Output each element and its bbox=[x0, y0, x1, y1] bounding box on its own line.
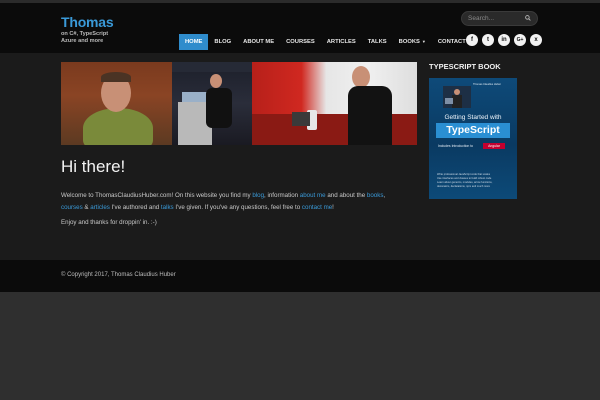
speaker-photo-2 bbox=[172, 62, 252, 145]
site-header: Thomas on C#, TypeScript Azure and more … bbox=[0, 3, 600, 53]
welcome-text: Welcome to ThomasClaudiusHuber.com! On t… bbox=[61, 190, 421, 214]
book-blurb: Write professional JavaScript code that … bbox=[437, 173, 509, 189]
link-contact-me[interactable]: contact me bbox=[302, 204, 332, 211]
welcome-text-part: Welcome to ThomasClaudiusHuber.com! On t… bbox=[61, 192, 253, 199]
main-content: Hi there! Welcome to ThomasClaudiusHuber… bbox=[0, 53, 600, 260]
welcome-text-part: I've given. If you've any questions, fee… bbox=[173, 204, 302, 211]
book-title: TypeScript bbox=[436, 123, 510, 138]
site-footer: © Copyright 2017, Thomas Claudius Huber bbox=[0, 260, 600, 292]
book-blurb-line: decorators, declarations, npm and much m… bbox=[437, 185, 490, 188]
welcome-text-part: ! bbox=[332, 204, 334, 211]
page-heading: Hi there! bbox=[61, 157, 126, 176]
link-courses[interactable]: courses bbox=[61, 204, 83, 211]
welcome-text-part: , information bbox=[264, 192, 300, 199]
twitter-icon[interactable]: t bbox=[482, 34, 494, 46]
search-box bbox=[461, 11, 538, 26]
nav-about-me[interactable]: ABOUT ME bbox=[237, 34, 280, 50]
book-subtitle: Includes Introduction to bbox=[438, 144, 474, 148]
link-about-me[interactable]: about me bbox=[300, 192, 326, 199]
book-cover[interactable]: Thomas Claudius Huber Getting Started wi… bbox=[429, 78, 517, 199]
welcome-text-part: I've authored and bbox=[109, 204, 161, 211]
link-blog[interactable]: blog bbox=[252, 192, 264, 199]
link-articles[interactable]: articles bbox=[90, 204, 110, 211]
nav-books[interactable]: BOOKS ▼ bbox=[393, 34, 432, 50]
nav-home[interactable]: HOME bbox=[179, 34, 209, 50]
link-talks[interactable]: talks bbox=[161, 204, 174, 211]
sidebar-title: TYPESCRIPT BOOK bbox=[429, 62, 501, 71]
welcome-text-part: , bbox=[383, 192, 386, 199]
book-title-line: Getting Started with bbox=[444, 114, 502, 121]
main-nav: HOME BLOG ABOUT ME COURSES ARTICLES TALK… bbox=[179, 34, 472, 50]
speaker-photo-1 bbox=[61, 62, 172, 145]
book-author: Thomas Claudius Huber bbox=[473, 83, 501, 86]
site-logo-title[interactable]: Thomas bbox=[61, 14, 114, 30]
xing-icon[interactable]: x bbox=[530, 34, 542, 46]
facebook-icon[interactable]: f bbox=[466, 34, 478, 46]
search-icon[interactable] bbox=[525, 15, 531, 21]
hero-banner bbox=[61, 62, 417, 145]
nav-books-label: BOOKS bbox=[398, 39, 420, 45]
copyright-text: © Copyright 2017, Thomas Claudius Huber bbox=[61, 272, 176, 278]
social-links: f t in G+ x bbox=[466, 34, 542, 46]
closing-text: Enjoy and thanks for droppin' in. :-) bbox=[61, 219, 157, 226]
angular-badge: Angular bbox=[483, 143, 505, 149]
google-plus-icon[interactable]: G+ bbox=[514, 34, 526, 46]
link-books[interactable]: books bbox=[367, 192, 384, 199]
nav-blog[interactable]: BLOG bbox=[208, 34, 237, 50]
cover-photo bbox=[443, 86, 471, 108]
chevron-down-icon: ▼ bbox=[421, 39, 426, 44]
welcome-text-part: and about the bbox=[325, 192, 367, 199]
nav-talks[interactable]: TALKS bbox=[362, 34, 393, 50]
search-input[interactable] bbox=[468, 13, 520, 24]
nav-articles[interactable]: ARTICLES bbox=[321, 34, 362, 50]
speaker-photo-3 bbox=[252, 62, 417, 145]
site-logo-subtitle: on C#, TypeScript Azure and more bbox=[61, 31, 109, 44]
linkedin-icon[interactable]: in bbox=[498, 34, 510, 46]
nav-courses[interactable]: COURSES bbox=[280, 34, 321, 50]
